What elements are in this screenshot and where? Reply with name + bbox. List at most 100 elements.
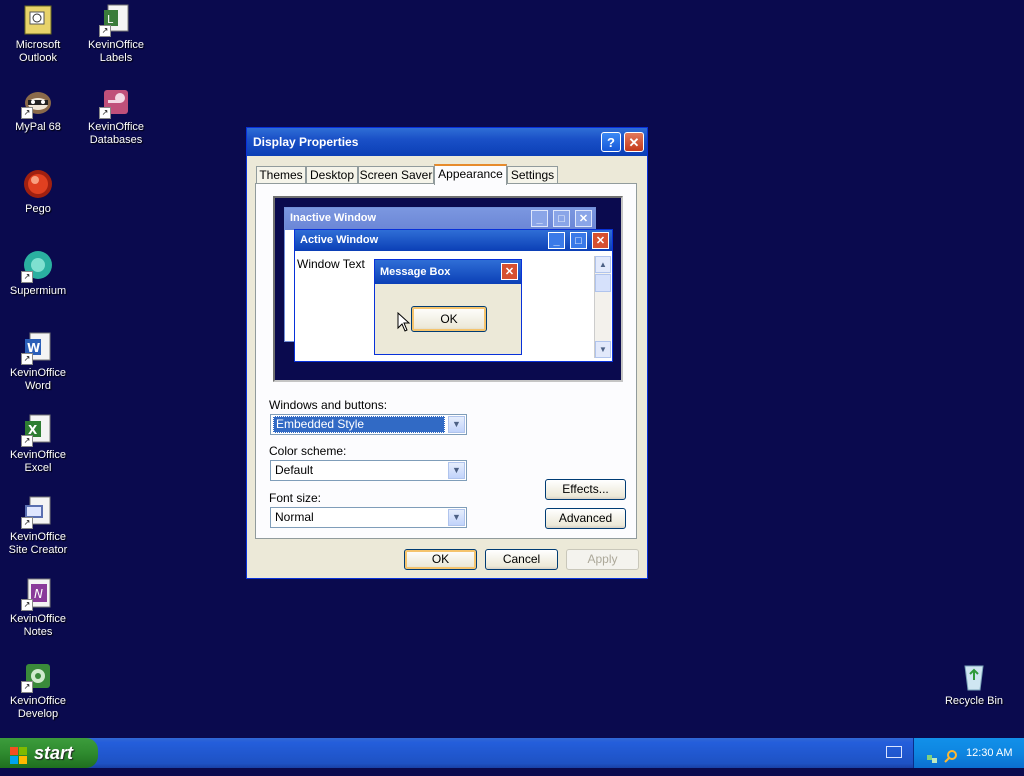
recycle-bin-icon <box>958 660 990 692</box>
preview-ok-button: OK <box>411 306 487 332</box>
font-size-label: Font size: <box>269 491 322 505</box>
desktop-icon-recycle-bin[interactable]: Recycle Bin <box>936 660 1012 708</box>
dialog-titlebar[interactable]: Display Properties ? ✕ <box>247 128 647 156</box>
preview-minimize-icon: _ <box>531 210 548 227</box>
scroll-down-arrow-icon: ▼ <box>595 341 611 358</box>
supermium-icon: ↗ <box>21 250 54 283</box>
desktop-icon-kevinoffice-develop[interactable]: ↗ KevinOffice Develop <box>0 660 76 721</box>
site-creator-icon: ↗ <box>21 496 54 529</box>
start-button[interactable]: start <box>0 738 98 768</box>
outlook-icon <box>22 4 54 36</box>
preview-message-box: Message Box ✕ OK <box>374 259 522 355</box>
tab-settings[interactable]: Settings <box>507 166 558 183</box>
font-size-select[interactable]: Normal ▼ <box>270 507 467 528</box>
taskbar: start 12:30 AM <box>0 738 1024 768</box>
advanced-button[interactable]: Advanced <box>545 508 626 529</box>
windows-buttons-select[interactable]: Embedded Style ▼ <box>270 414 467 435</box>
windows-flag-icon <box>10 744 28 764</box>
help-button[interactable]: ? <box>601 132 621 152</box>
svg-text:N: N <box>34 587 43 601</box>
shortcut-arrow-icon: ↗ <box>21 353 33 365</box>
desktop-icon-outlook[interactable]: Microsoft Outlook <box>0 4 76 65</box>
dialog-title: Display Properties <box>253 135 359 149</box>
windows-buttons-value: Embedded Style <box>273 416 445 433</box>
shortcut-arrow-icon: ↗ <box>21 599 33 611</box>
shortcut-arrow-icon: ↗ <box>21 681 33 693</box>
preview-scrollbar: ▲ ▼ <box>594 256 611 358</box>
tab-appearance[interactable]: Appearance <box>434 164 507 185</box>
keyboard-icon[interactable] <box>886 746 902 758</box>
system-tray: 12:30 AM <box>913 738 1024 768</box>
network-icon[interactable] <box>926 746 938 763</box>
preview-inactive-title: Inactive Window <box>290 212 377 224</box>
chevron-down-icon[interactable]: ▼ <box>448 416 465 433</box>
cancel-button[interactable]: Cancel <box>485 549 558 570</box>
color-scheme-label: Color scheme: <box>269 444 347 458</box>
desktop-icon-mypal[interactable]: ↗ MyPal 68 <box>0 86 76 134</box>
notes-icon: N ↗ <box>21 578 54 611</box>
desktop-icon-label: KevinOffice Site Creator <box>8 531 68 556</box>
shortcut-arrow-icon: ↗ <box>21 517 33 529</box>
shortcut-arrow-icon: ↗ <box>21 271 33 283</box>
preview-message-close-icon: ✕ <box>501 263 518 280</box>
display-properties-dialog: Display Properties ? ✕ Themes Desktop Sc… <box>246 127 648 579</box>
ok-button[interactable]: OK <box>404 549 477 570</box>
desktop-icon-kevinoffice-labels[interactable]: L ↗ KevinOffice Labels <box>78 4 154 65</box>
color-scheme-select[interactable]: Default ▼ <box>270 460 467 481</box>
desktop-icon-pego[interactable]: Pego <box>0 168 76 216</box>
apply-button[interactable]: Apply <box>566 549 639 570</box>
desktop-icon-label: KevinOffice Word <box>9 367 67 392</box>
effects-button[interactable]: Effects... <box>545 479 626 500</box>
preview-window-text: Window Text <box>297 257 365 271</box>
tab-screen-saver[interactable]: Screen Saver <box>358 166 434 183</box>
desktop-icon-supermium[interactable]: ↗ Supermium <box>0 250 76 298</box>
preview-close-icon: ✕ <box>592 232 609 249</box>
appearance-preview: Inactive Window _ □ ✕ Active Window _ □ … <box>273 196 623 382</box>
shortcut-arrow-icon: ↗ <box>21 435 33 447</box>
search-icon[interactable] <box>944 745 958 763</box>
desktop-icon-label: MyPal 68 <box>15 121 61 133</box>
desktop-icon-kevinoffice-word[interactable]: W ↗ KevinOffice Word <box>0 332 76 393</box>
scroll-thumb <box>595 274 611 292</box>
preview-minimize-icon: _ <box>548 232 565 249</box>
tab-desktop[interactable]: Desktop <box>306 166 358 183</box>
preview-message-box-title: Message Box <box>380 266 451 278</box>
tab-themes[interactable]: Themes <box>256 166 306 183</box>
shortcut-arrow-icon: ↗ <box>99 25 111 37</box>
excel-spreadsheet-icon: X ↗ <box>21 414 54 447</box>
desktop-icon-label: Recycle Bin <box>944 695 1004 707</box>
word-document-icon: W ↗ <box>21 332 54 365</box>
start-label: start <box>34 743 74 763</box>
desktop-icon-label: Pego <box>25 203 51 215</box>
desktop-icon-label: KevinOffice Excel <box>9 449 67 474</box>
desktop-icon-label: KevinOffice Databases <box>87 121 145 146</box>
font-size-value: Normal <box>275 510 314 524</box>
develop-icon: ↗ <box>21 660 54 693</box>
mypal-raccoon-icon: ↗ <box>21 86 54 119</box>
desktop-icon-label: KevinOffice Notes <box>9 613 67 638</box>
chevron-down-icon[interactable]: ▼ <box>448 462 465 479</box>
desktop-icon-kevinoffice-notes[interactable]: N ↗ KevinOffice Notes <box>0 578 76 639</box>
preview-close-icon: ✕ <box>575 210 592 227</box>
mouse-cursor-icon <box>397 311 411 332</box>
windows-buttons-label: Windows and buttons: <box>269 398 388 412</box>
appearance-panel: Inactive Window _ □ ✕ Active Window _ □ … <box>255 183 637 539</box>
desktop-icon-label: KevinOffice Develop <box>9 695 67 720</box>
desktop-icon-kevinoffice-databases[interactable]: ↗ KevinOffice Databases <box>78 86 154 147</box>
desktop-icon-label: KevinOffice Labels <box>87 39 145 64</box>
desktop-icon-label: Supermium <box>9 285 67 297</box>
desktop-icon-kevinoffice-site-creator[interactable]: ↗ KevinOffice Site Creator <box>0 496 76 557</box>
preview-active-title: Active Window <box>300 234 379 246</box>
clock[interactable]: 12:30 AM <box>966 738 1012 768</box>
scroll-up-arrow-icon: ▲ <box>595 256 611 273</box>
shortcut-arrow-icon: ↗ <box>99 107 111 119</box>
color-scheme-value: Default <box>275 463 314 477</box>
preview-maximize-icon: □ <box>553 210 570 227</box>
shortcut-arrow-icon: ↗ <box>21 107 33 119</box>
databases-key-icon: ↗ <box>99 86 132 119</box>
desktop-icon-kevinoffice-excel[interactable]: X ↗ KevinOffice Excel <box>0 414 76 475</box>
desktop-icon-label: Microsoft Outlook <box>15 39 61 64</box>
labels-icon: L ↗ <box>99 4 132 37</box>
chevron-down-icon[interactable]: ▼ <box>448 509 465 526</box>
close-button[interactable]: ✕ <box>624 132 644 152</box>
